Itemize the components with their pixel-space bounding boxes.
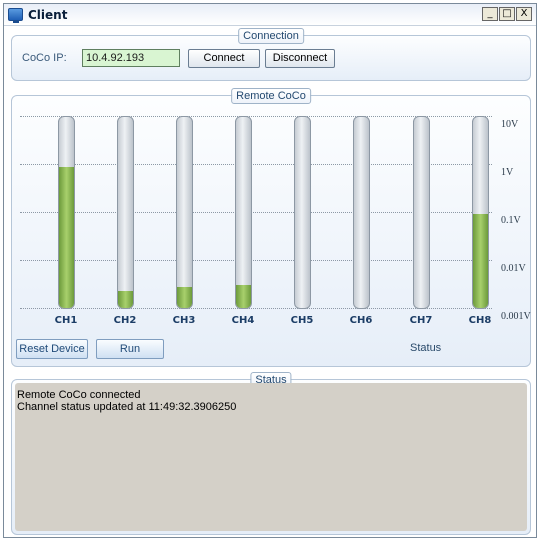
minimize-button[interactable]: _ bbox=[482, 7, 498, 21]
connection-legend: Connection bbox=[238, 28, 304, 44]
run-button[interactable]: Run bbox=[96, 339, 164, 359]
ch2-fill bbox=[118, 290, 133, 308]
maximize-button[interactable]: □ bbox=[499, 7, 515, 21]
connection-group: Connection CoCo IP: Connect Disconnect bbox=[11, 28, 531, 81]
scale-label-1v: 1V bbox=[501, 167, 514, 178]
ch4-fill bbox=[236, 285, 251, 308]
device-status-label: Status bbox=[410, 342, 442, 354]
window-title: Client bbox=[28, 8, 68, 22]
status-group: Status Remote CoCo connected Channel sta… bbox=[11, 372, 531, 535]
log-line: Remote CoCo connected bbox=[17, 389, 141, 401]
ch6-label: CH6 bbox=[349, 315, 373, 326]
ch6-meter bbox=[353, 116, 370, 309]
app-monitor-icon bbox=[8, 8, 23, 23]
ch3-label: CH3 bbox=[172, 315, 196, 326]
ch2-meter bbox=[117, 116, 134, 309]
ch3-meter bbox=[176, 116, 193, 309]
ch4-meter bbox=[235, 116, 252, 309]
close-button[interactable]: X bbox=[516, 7, 532, 21]
ch5-label: CH5 bbox=[290, 315, 314, 326]
scale-label-10v: 10V bbox=[501, 119, 519, 130]
remote-coco-legend: Remote CoCo bbox=[231, 88, 311, 104]
title-bar[interactable]: Client _ □ X bbox=[4, 4, 536, 26]
coco-ip-input[interactable] bbox=[82, 49, 180, 67]
status-log[interactable]: Remote CoCo connected Channel status upd… bbox=[15, 383, 527, 531]
ch7-label: CH7 bbox=[409, 315, 433, 326]
remote-coco-group: Remote CoCo 10V 1V 0.1V 0.01V 0.001V CH1… bbox=[11, 88, 531, 367]
ch8-meter bbox=[472, 116, 489, 309]
reset-device-button[interactable]: Reset Device bbox=[16, 339, 88, 359]
scale-label-0-1v: 0.1V bbox=[501, 215, 521, 226]
ch3-fill bbox=[177, 287, 192, 308]
ch7-meter bbox=[413, 116, 430, 309]
client-window: Client _ □ X Connection CoCo IP: Connect… bbox=[3, 3, 537, 538]
scale-label-0-001v: 0.001V bbox=[501, 311, 531, 322]
disconnect-button[interactable]: Disconnect bbox=[265, 49, 335, 68]
ch4-label: CH4 bbox=[231, 315, 255, 326]
ch1-label: CH1 bbox=[54, 315, 78, 326]
ch1-fill bbox=[59, 166, 74, 308]
ch2-label: CH2 bbox=[113, 315, 137, 326]
ch1-meter bbox=[58, 116, 75, 309]
scale-label-0-01v: 0.01V bbox=[501, 263, 526, 274]
channel-level-meter: 10V 1V 0.1V 0.01V 0.001V bbox=[20, 116, 531, 322]
ch5-meter bbox=[294, 116, 311, 309]
connect-button[interactable]: Connect bbox=[188, 49, 260, 68]
ch8-fill bbox=[473, 214, 488, 308]
ch8-label: CH8 bbox=[468, 315, 492, 326]
coco-ip-label: CoCo IP: bbox=[22, 52, 67, 64]
log-line: Channel status updated at 11:49:32.39062… bbox=[17, 401, 237, 413]
